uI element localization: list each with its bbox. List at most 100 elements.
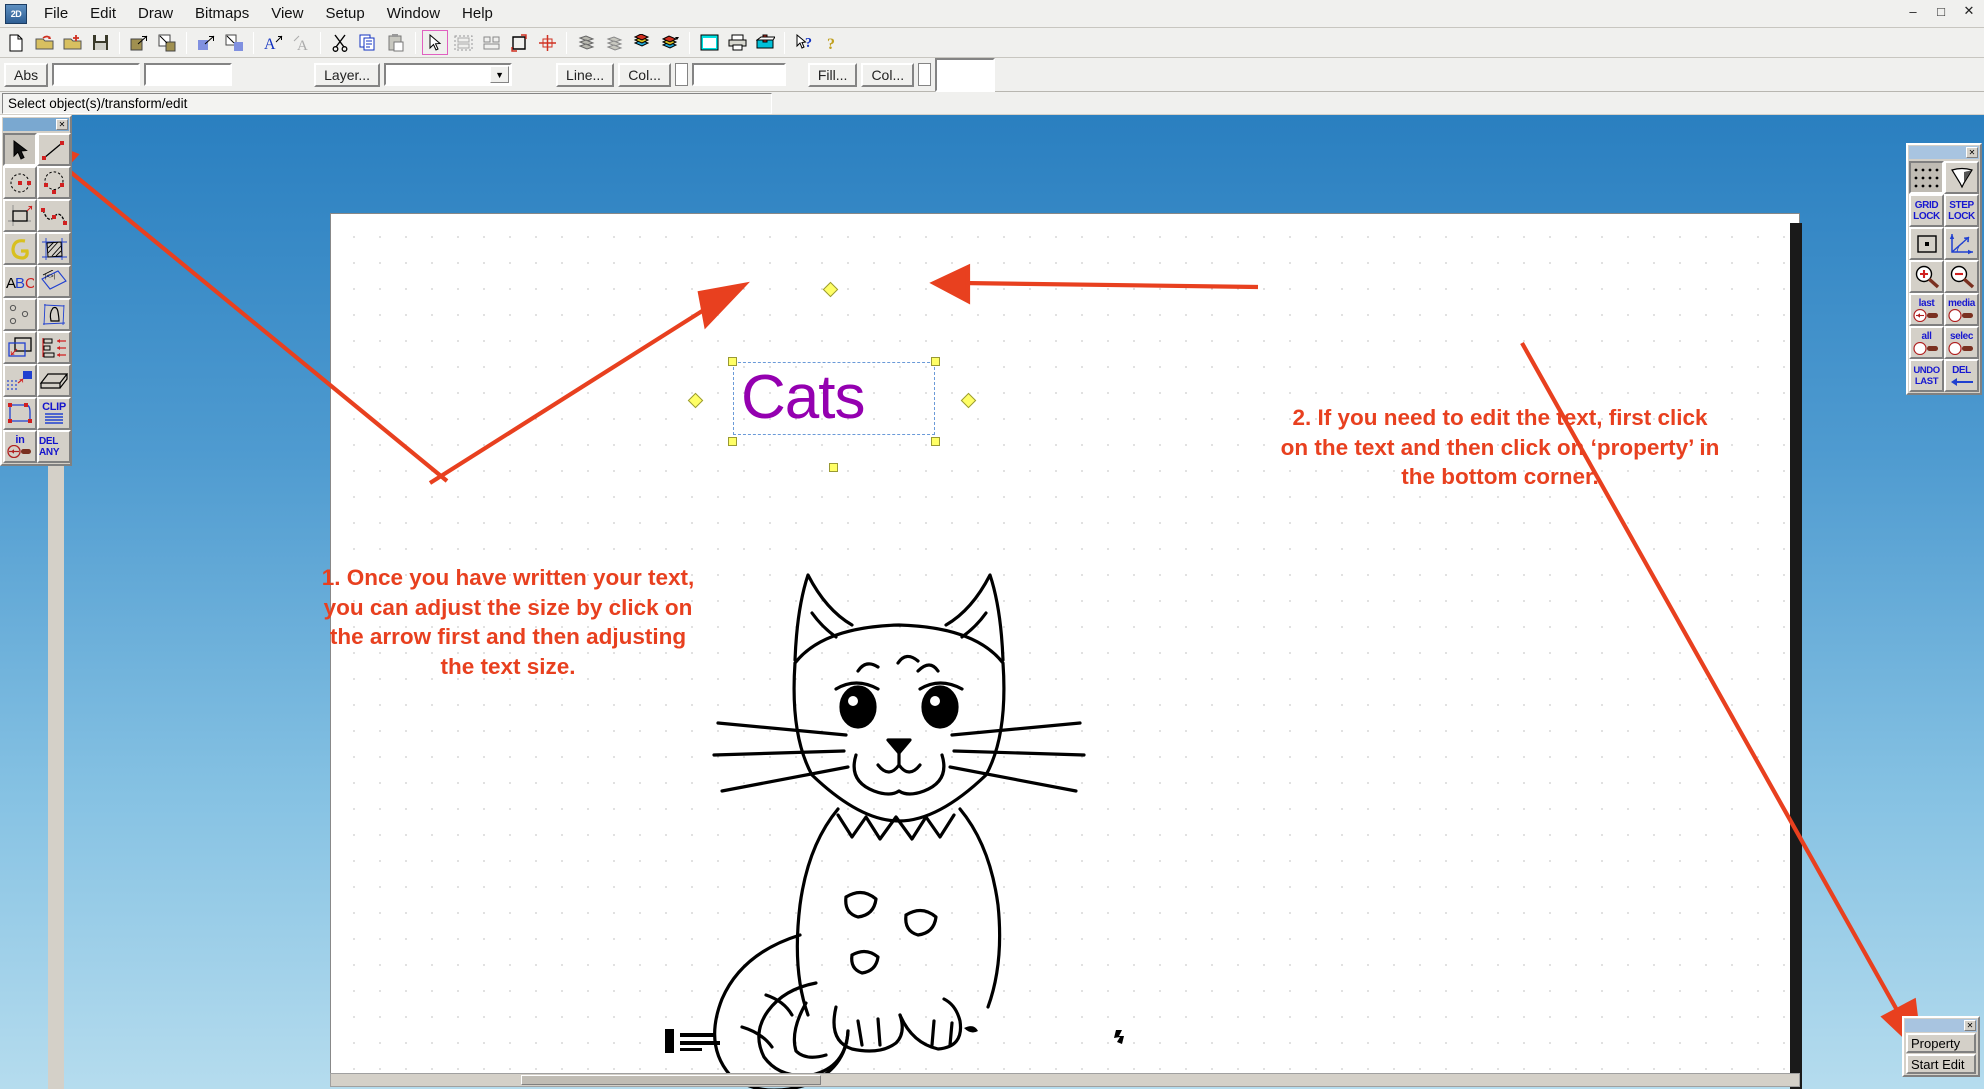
chevron-down-icon[interactable]: ▼	[490, 66, 509, 83]
layer-select[interactable]: ▼	[384, 63, 512, 86]
cut-scissors-icon[interactable]	[327, 30, 353, 55]
handle-top-right[interactable]	[931, 357, 940, 366]
menu-setup[interactable]: Setup	[314, 2, 375, 25]
arc-tool[interactable]	[37, 166, 71, 199]
circle-tool[interactable]	[3, 166, 37, 199]
align-tool[interactable]	[37, 331, 71, 364]
handle-bottom-center[interactable]	[829, 463, 838, 472]
grid-dots-button[interactable]	[1909, 161, 1944, 194]
print-icon[interactable]	[724, 30, 750, 55]
colour-preview-swatch[interactable]	[935, 58, 995, 92]
close-button[interactable]: ✕	[1960, 2, 1978, 20]
import-folder-icon[interactable]	[59, 30, 85, 55]
line-button[interactable]: Line...	[556, 63, 614, 87]
offset-tool[interactable]	[3, 331, 37, 364]
minimize-button[interactable]: –	[1904, 2, 1922, 20]
abs-button[interactable]: Abs	[4, 63, 48, 87]
bitmap-fill-tool[interactable]	[3, 364, 37, 397]
zoom-out-button[interactable]	[1944, 260, 1979, 293]
zoom-last-button[interactable]: last	[1909, 293, 1944, 326]
trace-outline-tool[interactable]	[37, 298, 71, 331]
grid-lock-button[interactable]: GRID LOCK	[1909, 194, 1944, 227]
new-file-icon[interactable]	[3, 30, 29, 55]
open-folder-icon[interactable]	[31, 30, 57, 55]
fill-button[interactable]: Fill...	[808, 63, 858, 87]
context-help-icon[interactable]: ?	[791, 30, 817, 55]
scrollbar-thumb[interactable]	[521, 1075, 821, 1085]
save-disk-icon[interactable]	[87, 30, 113, 55]
snap-box-button[interactable]	[1909, 227, 1944, 260]
undo-last-button[interactable]: UNDO LAST	[1909, 359, 1944, 392]
send-back-icon[interactable]	[657, 30, 683, 55]
select-all-icon[interactable]	[450, 30, 476, 55]
menu-help[interactable]: Help	[451, 2, 504, 25]
close-icon[interactable]: ✕	[1966, 147, 1978, 158]
zoom-select-button[interactable]: selec	[1944, 326, 1979, 359]
property-button[interactable]: Property	[1906, 1033, 1976, 1053]
points-tool[interactable]	[3, 298, 37, 331]
layer-down-icon[interactable]	[601, 30, 627, 55]
load-into-icon[interactable]	[154, 30, 180, 55]
export-bitmap-icon[interactable]	[193, 30, 219, 55]
workspace[interactable]: Cats 1. Once you have written your text,…	[0, 115, 1984, 1089]
zoom-in-button[interactable]	[1909, 260, 1944, 293]
line-width-input[interactable]	[692, 63, 786, 86]
view-palette-titlebar[interactable]: ✕	[1909, 146, 1979, 159]
step-lock-button[interactable]: STEP LOCK	[1944, 194, 1979, 227]
menu-bitmaps[interactable]: Bitmaps	[184, 2, 260, 25]
text-object-cats[interactable]: Cats	[741, 367, 864, 429]
handle-bottom-left[interactable]	[728, 437, 737, 446]
line-colour-button[interactable]: Col...	[618, 63, 671, 87]
group-icon[interactable]	[478, 30, 504, 55]
contour-tool[interactable]	[3, 232, 37, 265]
extrude-box-tool[interactable]	[37, 364, 71, 397]
text-tool[interactable]: ABC	[3, 265, 37, 298]
property-panel-titlebar[interactable]: ✕	[1905, 1019, 1977, 1032]
zoom-all-button[interactable]: all	[1909, 326, 1944, 359]
import-bitmap-icon[interactable]	[221, 30, 247, 55]
tool-palette-titlebar[interactable]: ✕	[3, 118, 69, 131]
preview-icon[interactable]	[696, 30, 722, 55]
close-icon[interactable]: ✕	[1964, 1020, 1976, 1031]
plot-icon[interactable]	[752, 30, 778, 55]
select-arrow-icon[interactable]	[422, 30, 448, 55]
node-edit-tool[interactable]	[3, 397, 37, 430]
help-icon[interactable]: ?	[819, 30, 845, 55]
x-coordinate-input[interactable]	[52, 63, 140, 86]
text-shrink-icon[interactable]: A	[288, 30, 314, 55]
dimension-tool[interactable]: |<>|	[37, 265, 71, 298]
text-grow-icon[interactable]: A	[260, 30, 286, 55]
y-coordinate-input[interactable]	[144, 63, 232, 86]
hatch-fill-tool[interactable]	[37, 232, 71, 265]
horizontal-scrollbar[interactable]	[330, 1073, 1800, 1087]
paste-icon[interactable]	[383, 30, 409, 55]
spline-curve-tool[interactable]	[37, 199, 71, 232]
maximize-button[interactable]: □	[1932, 2, 1950, 20]
menu-file[interactable]: File	[33, 2, 79, 25]
insert-tool[interactable]: in	[3, 430, 37, 463]
axes-button[interactable]	[1944, 227, 1979, 260]
save-selection-icon[interactable]	[126, 30, 152, 55]
delete-any-tool[interactable]: DEL ANY	[37, 430, 71, 463]
del-button[interactable]: DEL	[1944, 359, 1979, 392]
fill-colour-swatch[interactable]	[918, 63, 931, 86]
layer-up-icon[interactable]	[573, 30, 599, 55]
clip-tool[interactable]: CLIP	[37, 397, 71, 430]
handle-bottom-right[interactable]	[931, 437, 940, 446]
copy-icon[interactable]	[355, 30, 381, 55]
select-arrow-tool[interactable]	[3, 133, 37, 166]
mirror-icon[interactable]	[534, 30, 560, 55]
menu-edit[interactable]: Edit	[79, 2, 127, 25]
rectangle-tool[interactable]	[3, 199, 37, 232]
line-tool[interactable]	[37, 133, 71, 166]
step-cone-button[interactable]	[1944, 161, 1979, 194]
menu-view[interactable]: View	[260, 2, 314, 25]
line-colour-swatch[interactable]	[675, 63, 688, 86]
rotate-icon[interactable]	[506, 30, 532, 55]
zoom-media-button[interactable]: media	[1944, 293, 1979, 326]
close-icon[interactable]: ✕	[56, 119, 68, 130]
menu-draw[interactable]: Draw	[127, 2, 184, 25]
fill-colour-button[interactable]: Col...	[861, 63, 914, 87]
layer-button[interactable]: Layer...	[314, 63, 380, 87]
start-edit-button[interactable]: Start Edit	[1906, 1054, 1976, 1074]
